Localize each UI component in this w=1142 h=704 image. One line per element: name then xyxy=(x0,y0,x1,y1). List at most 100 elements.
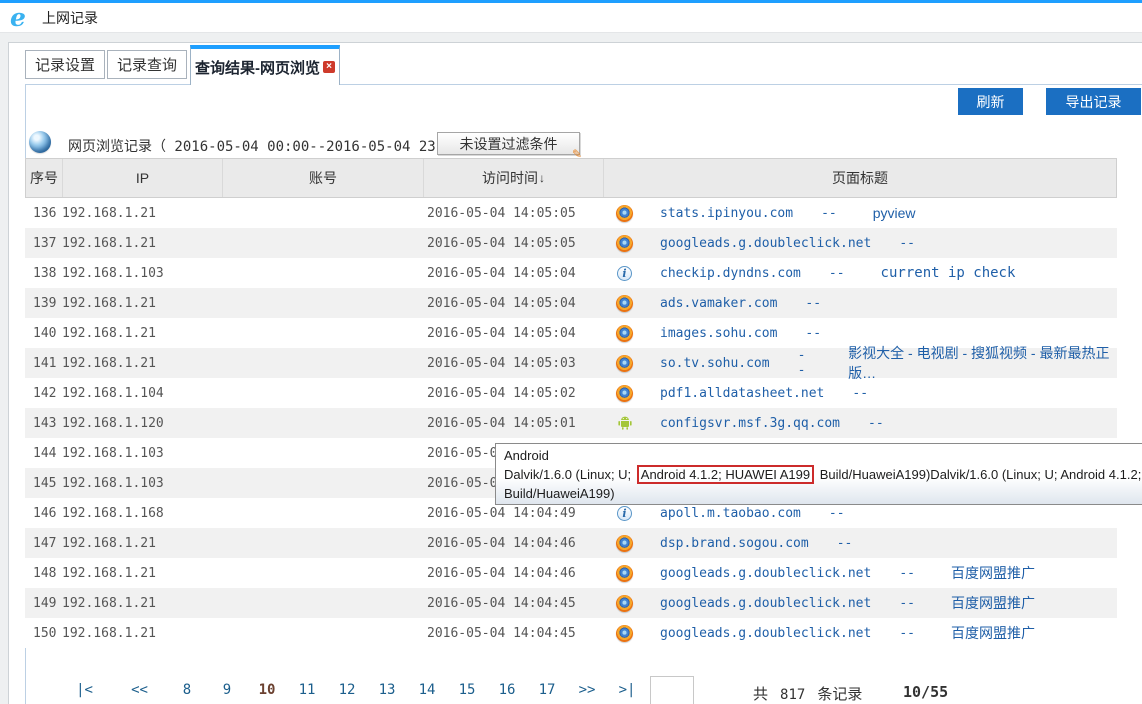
row-ip: 192.168.1.21 xyxy=(62,348,222,378)
row-ip: 192.168.1.21 xyxy=(62,558,222,588)
row-seq: 146 xyxy=(25,498,62,528)
next-page-button[interactable]: >> xyxy=(567,682,607,698)
tab-label: 记录查询 xyxy=(117,54,177,75)
android-icon xyxy=(617,415,633,431)
row-time: 2016-05-04 14:05:04 xyxy=(423,288,603,318)
page-number[interactable]: 17 xyxy=(527,682,567,698)
row-domain: dsp.brand.sogou.com xyxy=(660,536,809,551)
table-row[interactable]: 138 192.168.1.103 2016-05-04 14:05:04 i … xyxy=(25,258,1117,288)
tab-label: 记录设置 xyxy=(35,54,95,75)
page-number[interactable]: 14 xyxy=(407,682,447,698)
table-row[interactable]: 141 192.168.1.21 2016-05-04 14:05:03 so.… xyxy=(25,348,1117,378)
info-icon: i xyxy=(617,506,632,521)
row-domain: googleads.g.doubleclick.net xyxy=(660,596,871,611)
row-separator: -- xyxy=(837,536,853,551)
user-agent-tooltip: Android Dalvik/1.6.0 (Linux; U; Android … xyxy=(495,443,1142,505)
last-page-button[interactable]: >| xyxy=(607,682,647,698)
row-ip: 192.168.1.103 xyxy=(62,258,222,288)
prev-page-button[interactable]: << xyxy=(112,682,167,698)
row-seq: 143 xyxy=(25,408,62,438)
page-number[interactable]: 15 xyxy=(447,682,487,698)
tab-record-query[interactable]: 记录查询 xyxy=(107,50,187,79)
browsing-records-window: e 上网记录 记录设置 记录查询 查询结果-网页浏览 × 刷新 导出记录 网页浏… xyxy=(0,0,1142,704)
page-number[interactable]: 13 xyxy=(367,682,407,698)
table-row[interactable]: 143 192.168.1.120 2016-05-04 14:05:01 xyxy=(25,408,1117,438)
firefox-icon xyxy=(616,355,633,372)
page-number[interactable]: 8 xyxy=(167,682,207,698)
tab-query-result-web-browsing[interactable]: 查询结果-网页浏览 × xyxy=(190,45,340,85)
row-account xyxy=(222,288,423,318)
row-domain: apoll.m.taobao.com xyxy=(660,506,801,521)
header-ip: IP xyxy=(63,159,223,197)
row-seq: 149 xyxy=(25,588,62,618)
header-page-title: 页面标题 xyxy=(604,159,1116,197)
row-title-cell: googleads.g.doubleclick.net -- 百度网盟推广 xyxy=(603,558,1117,588)
total-suffix: 条记录 xyxy=(817,686,862,703)
total-count: 817 xyxy=(780,687,805,703)
row-page-title: 百度网盟推广 xyxy=(951,593,1035,613)
row-title-cell: dsp.brand.sogou.com -- xyxy=(603,528,1117,558)
row-separator: -- xyxy=(805,326,821,341)
info-icon: i xyxy=(617,266,632,281)
table-row[interactable]: 139 192.168.1.21 2016-05-04 14:05:04 ads… xyxy=(25,288,1117,318)
table-row[interactable]: 147 192.168.1.21 2016-05-04 14:04:46 dsp… xyxy=(25,528,1117,558)
tab-label: 查询结果-网页浏览 xyxy=(195,57,320,78)
export-records-button[interactable]: 导出记录 xyxy=(1046,88,1141,115)
row-separator: -- xyxy=(899,566,915,581)
row-separator: -- xyxy=(829,506,845,521)
row-ip: 192.168.1.21 xyxy=(62,228,222,258)
first-page-button[interactable]: |< xyxy=(57,682,112,698)
row-title-cell: googleads.g.doubleclick.net -- xyxy=(603,228,1117,258)
table-row[interactable]: 149 192.168.1.21 2016-05-04 14:04:45 goo… xyxy=(25,588,1117,618)
globe-icon xyxy=(29,131,51,153)
row-account xyxy=(222,498,423,528)
row-domain: so.tv.sohu.com xyxy=(660,356,770,371)
page-jump-input[interactable] xyxy=(650,676,694,704)
row-page-title: pyview xyxy=(873,205,916,221)
header-seq: 序号 xyxy=(26,159,63,197)
table-row[interactable]: 136 192.168.1.21 2016-05-04 14:05:05 sta… xyxy=(25,198,1117,228)
tab-record-settings[interactable]: 记录设置 xyxy=(25,50,105,79)
page-number[interactable]: 12 xyxy=(327,682,367,698)
row-page-title: current ip check xyxy=(881,265,1016,281)
row-ip: 192.168.1.103 xyxy=(62,468,222,498)
table-row[interactable]: 142 192.168.1.104 2016-05-04 14:05:02 pd… xyxy=(25,378,1117,408)
filter-condition-button[interactable]: 未设置过滤条件 ✎ xyxy=(437,132,580,155)
row-seq: 150 xyxy=(25,618,62,648)
firefox-icon xyxy=(616,625,633,642)
row-seq: 137 xyxy=(25,228,62,258)
row-domain: googleads.g.doubleclick.net xyxy=(660,236,871,251)
page-number[interactable]: 11 xyxy=(287,682,327,698)
row-separator: -- xyxy=(805,296,821,311)
row-page-title: 百度网盟推广 xyxy=(951,563,1035,583)
header-visit-time[interactable]: 访问时间 ↓ xyxy=(424,159,604,197)
table-row[interactable]: 148 192.168.1.21 2016-05-04 14:04:46 goo… xyxy=(25,558,1117,588)
table-header: 序号 IP 账号 访问时间 ↓ 页面标题 xyxy=(25,158,1117,198)
row-seq: 145 xyxy=(25,468,62,498)
row-domain: configsvr.msf.3g.qq.com xyxy=(660,416,840,431)
row-account xyxy=(222,528,423,558)
close-tab-icon[interactable]: × xyxy=(323,61,335,73)
row-time: 2016-05-04 14:04:46 xyxy=(423,558,603,588)
row-domain: images.sohu.com xyxy=(660,326,777,341)
row-separator: -- xyxy=(821,206,837,221)
refresh-button[interactable]: 刷新 xyxy=(958,88,1023,115)
row-account xyxy=(222,438,423,468)
table-row[interactable]: 150 192.168.1.21 2016-05-04 14:04:45 goo… xyxy=(25,618,1117,648)
table-row[interactable]: 137 192.168.1.21 2016-05-04 14:05:05 goo… xyxy=(25,228,1117,258)
row-separator: -- xyxy=(899,596,915,611)
row-domain: pdf1.alldatasheet.net xyxy=(660,386,824,401)
row-separator: -- xyxy=(899,236,915,251)
row-domain: ads.vamaker.com xyxy=(660,296,777,311)
firefox-icon xyxy=(616,535,633,552)
page-number[interactable]: 9 xyxy=(207,682,247,698)
row-time: 2016-05-04 14:05:05 xyxy=(423,228,603,258)
row-account xyxy=(222,468,423,498)
firefox-icon xyxy=(616,235,633,252)
row-account xyxy=(222,258,423,288)
page-number[interactable]: 16 xyxy=(487,682,527,698)
page-number-current[interactable]: 10 xyxy=(247,682,287,698)
firefox-icon xyxy=(616,205,633,222)
record-total: 共817条记录 xyxy=(753,683,862,704)
page-indicator: 10/55 xyxy=(903,683,948,701)
